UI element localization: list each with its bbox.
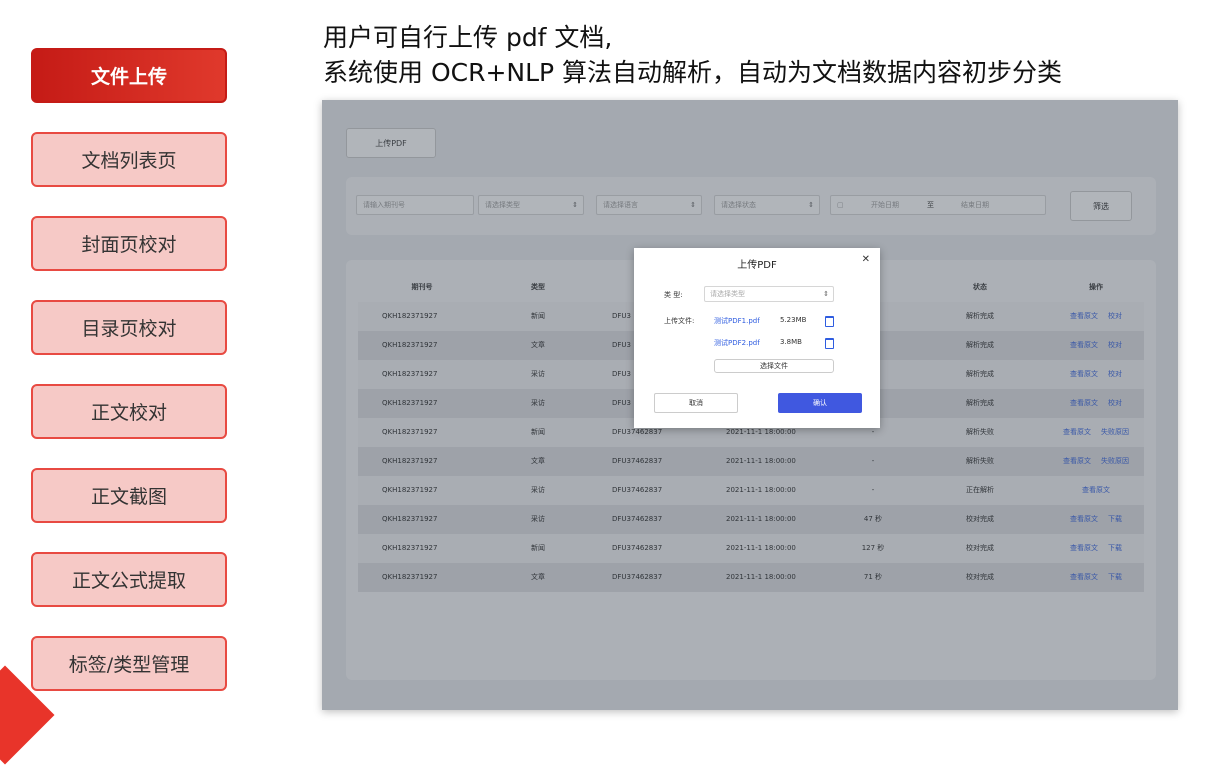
upload-pdf-modal: 上传PDF ✕ 类 型: 请选择类型 ⇕ 上传文件: 测试PDF1.pdf 5.…: [634, 248, 880, 428]
uploaded-file-size-2: 3.8MB: [780, 338, 802, 346]
headline-line-1: 用户可自行上传 pdf 文档,: [323, 23, 613, 52]
nav-item-body-proofread[interactable]: 正文校对: [31, 384, 227, 439]
nav-item-tag-type-manage[interactable]: 标签/类型管理: [31, 636, 227, 691]
headline: 用户可自行上传 pdf 文档, 系统使用 OCR+NLP 算法自动解析，自动为文…: [323, 20, 1213, 90]
delete-file-icon[interactable]: [825, 338, 834, 349]
uploaded-file-size-1: 5.23MB: [780, 316, 807, 324]
select-arrow-icon: ⇕: [823, 290, 829, 298]
uploaded-file-link-2[interactable]: 测试PDF2.pdf: [714, 338, 760, 348]
nav-item-body-screenshot[interactable]: 正文截图: [31, 468, 227, 523]
file-label: 上传文件:: [664, 317, 695, 325]
modal-title: 上传PDF: [737, 260, 777, 271]
nav-item-document-list[interactable]: 文档列表页: [31, 132, 227, 187]
cancel-button[interactable]: 取消: [654, 393, 738, 413]
modal-type-select[interactable]: 请选择类型 ⇕: [704, 286, 834, 302]
app-screenshot: 上传PDF 请输入期刊号 请选择类型 ⇕ 请选择语言 ⇕ 请选择状态 ⇕ ▢ 开…: [322, 100, 1178, 710]
confirm-button[interactable]: 确认: [778, 393, 862, 413]
choose-file-button[interactable]: 选择文件: [714, 359, 834, 373]
nav-item-toc-proofread[interactable]: 目录页校对: [31, 300, 227, 355]
modal-type-placeholder: 请选择类型: [710, 290, 745, 298]
nav-item-formula-extract[interactable]: 正文公式提取: [31, 552, 227, 607]
delete-file-icon[interactable]: [825, 316, 834, 327]
headline-line-2: 系统使用 OCR+NLP 算法自动解析，自动为文档数据内容初步分类: [323, 58, 1063, 87]
nav-item-file-upload[interactable]: 文件上传: [31, 48, 227, 103]
nav-item-cover-proofread[interactable]: 封面页校对: [31, 216, 227, 271]
type-label: 类 型:: [664, 291, 683, 299]
close-icon[interactable]: ✕: [862, 254, 870, 265]
uploaded-file-link-1[interactable]: 测试PDF1.pdf: [714, 316, 760, 326]
